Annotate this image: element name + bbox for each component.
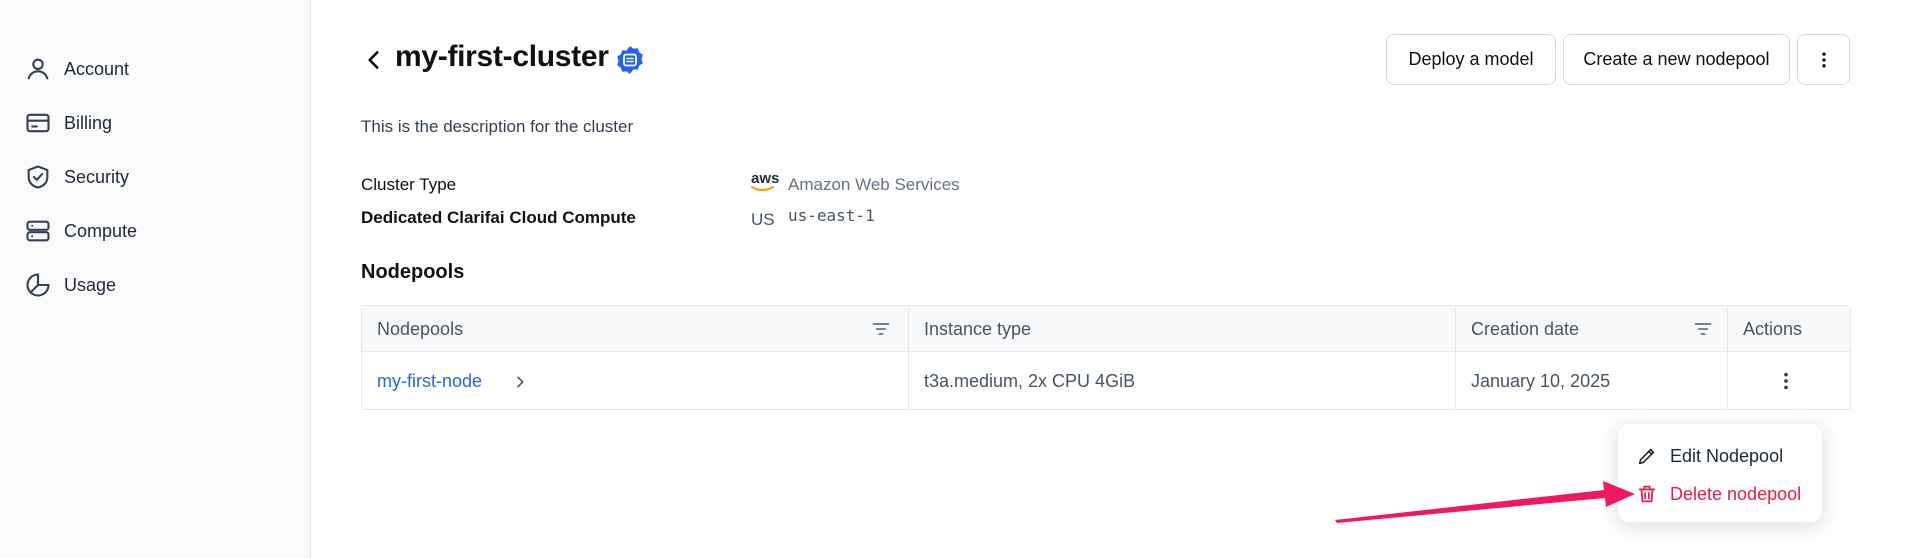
nodepools-table: Nodepools Instance type Creation date Ac… bbox=[361, 305, 1851, 410]
sidebar-item-label: Compute bbox=[64, 220, 138, 241]
menu-item-label: Edit Nodepool bbox=[1670, 445, 1784, 466]
row-actions-kebab-icon[interactable] bbox=[1775, 370, 1797, 392]
server-icon bbox=[26, 220, 50, 242]
chevron-right-icon[interactable] bbox=[512, 373, 528, 391]
user-icon bbox=[27, 58, 49, 80]
sidebar-item-label: Billing bbox=[64, 112, 113, 133]
filter-icon[interactable] bbox=[870, 319, 892, 339]
sidebar: Account Billing Security Compute Usage bbox=[0, 0, 311, 558]
nodepool-instance-type: t3a.medium, 2x CPU 4GiB bbox=[924, 371, 1136, 391]
pie-chart-icon bbox=[26, 273, 50, 297]
column-header-instance-type: Instance type bbox=[924, 319, 1032, 339]
chevron-left-icon[interactable] bbox=[361, 46, 387, 74]
column-divider bbox=[908, 306, 909, 409]
region-flag: US bbox=[751, 210, 775, 229]
credit-card-icon bbox=[26, 113, 50, 133]
sidebar-item-usage[interactable]: Usage bbox=[24, 265, 116, 305]
cluster-description: This is the description for the cluster bbox=[361, 117, 634, 136]
more-options-button[interactable] bbox=[1797, 34, 1850, 85]
delete-nodepool-menu-item[interactable]: Delete nodepool bbox=[1636, 479, 1801, 509]
main-content: my-first-cluster Deploy a model Create a… bbox=[311, 0, 1909, 558]
verified-badge-icon bbox=[617, 46, 643, 74]
nodepool-actions-menu: Edit Nodepool Delete nodepool bbox=[1617, 423, 1823, 523]
nodepool-creation-date: January 10, 2025 bbox=[1471, 371, 1611, 391]
nodepool-name-link[interactable]: my-first-node bbox=[377, 371, 482, 392]
trash-icon bbox=[1638, 485, 1656, 503]
column-divider bbox=[1727, 306, 1728, 409]
sidebar-item-label: Account bbox=[64, 58, 130, 79]
deploy-model-button[interactable]: Deploy a model bbox=[1386, 34, 1556, 85]
edit-nodepool-menu-item[interactable]: Edit Nodepool bbox=[1636, 441, 1783, 471]
column-divider bbox=[1455, 306, 1456, 409]
cluster-type-label: Cluster Type bbox=[361, 175, 457, 194]
table-header bbox=[362, 306, 1850, 352]
compute-type-label: Dedicated Clarifai Cloud Compute bbox=[361, 208, 636, 227]
nodepools-heading: Nodepools bbox=[361, 261, 465, 283]
pencil-icon bbox=[1638, 448, 1655, 465]
page-title: my-first-cluster bbox=[395, 40, 609, 73]
menu-item-label: Delete nodepool bbox=[1670, 483, 1802, 504]
region-value: us-east-1 bbox=[788, 206, 875, 225]
filter-icon[interactable] bbox=[1692, 319, 1714, 339]
column-header-actions: Actions bbox=[1743, 319, 1803, 339]
sidebar-item-label: Usage bbox=[64, 274, 117, 295]
sidebar-item-compute[interactable]: Compute bbox=[24, 211, 137, 251]
shield-icon bbox=[27, 165, 49, 189]
sidebar-item-billing[interactable]: Billing bbox=[24, 103, 112, 143]
sidebar-item-account[interactable]: Account bbox=[24, 49, 129, 89]
cluster-type-value: Amazon Web Services bbox=[788, 175, 960, 194]
create-nodepool-button[interactable]: Create a new nodepool bbox=[1563, 34, 1790, 85]
aws-logo-icon: aws bbox=[751, 171, 779, 192]
sidebar-item-label: Security bbox=[64, 166, 130, 187]
kebab-menu-icon bbox=[1821, 52, 1826, 67]
column-header-creation-date: Creation date bbox=[1471, 319, 1580, 339]
sidebar-item-security[interactable]: Security bbox=[24, 157, 129, 197]
column-header-nodepools: Nodepools bbox=[377, 319, 464, 339]
